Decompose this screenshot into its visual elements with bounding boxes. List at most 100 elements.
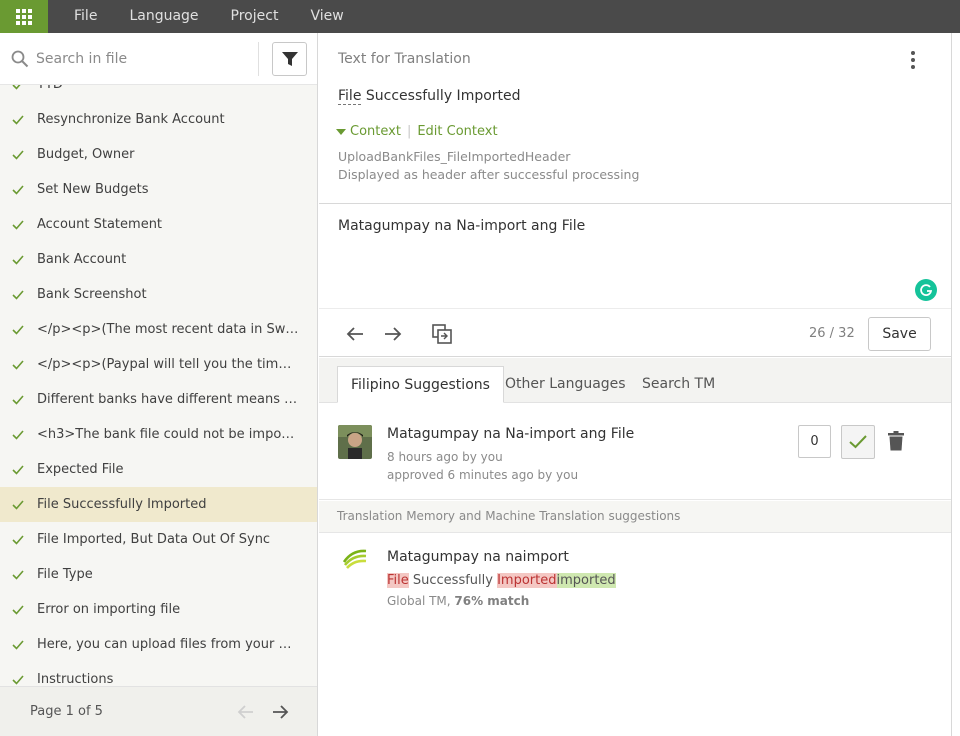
apps-grid-button[interactable] [0, 0, 48, 33]
list-item[interactable]: File Successfully Imported [0, 487, 317, 522]
tab-search-tm[interactable]: Search TM [629, 366, 728, 403]
list-item-label: Set New Budgets [37, 182, 149, 197]
list-item-label: Here, you can upload files from your ban… [37, 637, 299, 652]
menu-project[interactable]: Project [215, 0, 295, 33]
suggestion-item: Matagumpay na Na-import ang File 8 hours… [319, 403, 951, 500]
approve-button[interactable] [841, 425, 875, 459]
list-item-label: Bank Account [37, 252, 127, 267]
check-icon [12, 499, 24, 510]
suggestion-approval: approved 6 minutes ago by you [387, 468, 579, 482]
top-bar: File Language Project View [0, 0, 960, 33]
page-label: Page 1 of 5 [30, 704, 103, 719]
translation-editor: Matagumpay na Na-import ang File 26 / 32… [319, 205, 951, 357]
filter-icon [281, 52, 298, 66]
check-icon [12, 254, 24, 265]
editor-toolbar: 26 / 32 Save [319, 308, 951, 357]
list-item[interactable]: </p><p>(Paypal will tell you the time of… [0, 347, 317, 382]
list-item-label: File Type [37, 567, 93, 582]
list-item[interactable]: Here, you can upload files from your ban… [0, 627, 317, 662]
more-options-icon[interactable] [907, 50, 919, 70]
next-page-icon[interactable] [270, 702, 290, 722]
diff-inserted: imported [556, 573, 616, 588]
list-item-label: Expected File [37, 462, 124, 477]
source-text-term[interactable]: File [338, 88, 362, 105]
tab-filipino-suggestions[interactable]: Filipino Suggestions [337, 366, 504, 403]
source-section: Text for Translation File Successfully I… [319, 33, 951, 204]
translation-textarea[interactable]: Matagumpay na Na-import ang File [338, 218, 585, 234]
list-item-label: YTD [37, 85, 299, 92]
avatar [338, 425, 372, 459]
list-item[interactable]: </p><p>(The most recent data in Swarmo..… [0, 312, 317, 347]
source-text: File Successfully Imported [338, 88, 521, 105]
grammarly-icon [920, 284, 933, 296]
check-icon [12, 464, 24, 475]
check-icon [12, 114, 24, 125]
list-item[interactable]: Budget, Owner [0, 137, 317, 172]
pager: Page 1 of 5 [0, 686, 317, 736]
edit-context-link[interactable]: Edit Context [417, 124, 497, 139]
copy-source-icon[interactable] [431, 323, 453, 345]
suggestion-timestamp: 8 hours ago by you [387, 450, 503, 464]
previous-page-icon[interactable] [236, 702, 256, 722]
suggestions-tabs: Filipino Suggestions Other Languages Sea… [319, 358, 951, 403]
list-item[interactable]: Bank Screenshot [0, 277, 317, 312]
tm-suggestion-item[interactable]: Matagumpay na naimport File Successfully… [319, 534, 951, 624]
list-item-label: Error on importing file [37, 602, 181, 617]
grammarly-button[interactable] [915, 279, 937, 301]
source-text-rest: Successfully Imported [361, 88, 521, 104]
tm-suggestion-text: Matagumpay na naimport [387, 549, 569, 565]
list-item-label: Resynchronize Bank Account [37, 112, 225, 127]
check-icon [12, 289, 24, 300]
tm-logo-icon [342, 549, 367, 569]
context-toggle[interactable]: Context [335, 124, 401, 139]
search-icon [11, 50, 29, 68]
menu-view[interactable]: View [294, 0, 359, 33]
previous-string-icon[interactable] [344, 323, 366, 345]
list-item[interactable]: Bank Account [0, 242, 317, 277]
list-item[interactable]: Different banks have different means of … [0, 382, 317, 417]
separator: | [406, 124, 412, 139]
list-item-label: Instructions [37, 672, 114, 686]
list-item[interactable]: Resynchronize Bank Account [0, 102, 317, 137]
list-item[interactable]: Instructions [0, 662, 317, 686]
check-icon [12, 604, 24, 615]
context-description: Displayed as header after successful pro… [338, 167, 640, 182]
list-item[interactable]: Error on importing file [0, 592, 317, 627]
string-counter: 26 / 32 [809, 326, 855, 341]
context-row: Context | Edit Context [335, 124, 498, 139]
divider [258, 42, 259, 76]
filter-button[interactable] [272, 42, 307, 76]
check-icon [12, 394, 24, 405]
tm-section-title: Translation Memory and Machine Translati… [337, 509, 681, 523]
next-string-icon[interactable] [382, 323, 404, 345]
list-item[interactable]: Set New Budgets [0, 172, 317, 207]
tm-source-info: Global TM, 76% match [387, 594, 529, 608]
menu-language[interactable]: Language [113, 0, 214, 33]
context-label: Context [350, 124, 401, 139]
list-item[interactable]: File Type [0, 557, 317, 592]
tab-other-languages[interactable]: Other Languages [492, 366, 639, 403]
trash-icon[interactable] [888, 431, 904, 451]
list-item-label: </p><p>(Paypal will tell you the time of… [37, 357, 299, 372]
tm-section-header: Translation Memory and Machine Translati… [319, 501, 951, 533]
context-key: UploadBankFiles_FileImportedHeader [338, 149, 571, 164]
list-item-label: Different banks have different means of … [37, 392, 299, 407]
strings-panel: YTD Resynchronize Bank Account Budget, Own… [0, 33, 318, 736]
list-item-label: File Successfully Imported [37, 497, 207, 512]
search-input[interactable] [36, 47, 236, 71]
list-item[interactable]: Account Statement [0, 207, 317, 242]
list-item-label: Budget, Owner [37, 147, 135, 162]
list-item[interactable]: Expected File [0, 452, 317, 487]
diff-deleted: File [387, 573, 409, 588]
list-item[interactable]: YTD [0, 85, 317, 102]
caret-down-icon [336, 128, 346, 135]
check-icon [12, 359, 24, 370]
list-item[interactable]: <h3>The bank file could not be imported.… [0, 417, 317, 452]
menu-file[interactable]: File [58, 0, 113, 33]
list-item[interactable]: File Imported, But Data Out Of Sync [0, 522, 317, 557]
diff-unchanged: Successfully [408, 573, 498, 588]
list-item-label: Bank Screenshot [37, 287, 147, 302]
save-button[interactable]: Save [868, 317, 931, 351]
source-title: Text for Translation [338, 51, 471, 67]
vote-count[interactable]: 0 [798, 425, 831, 458]
